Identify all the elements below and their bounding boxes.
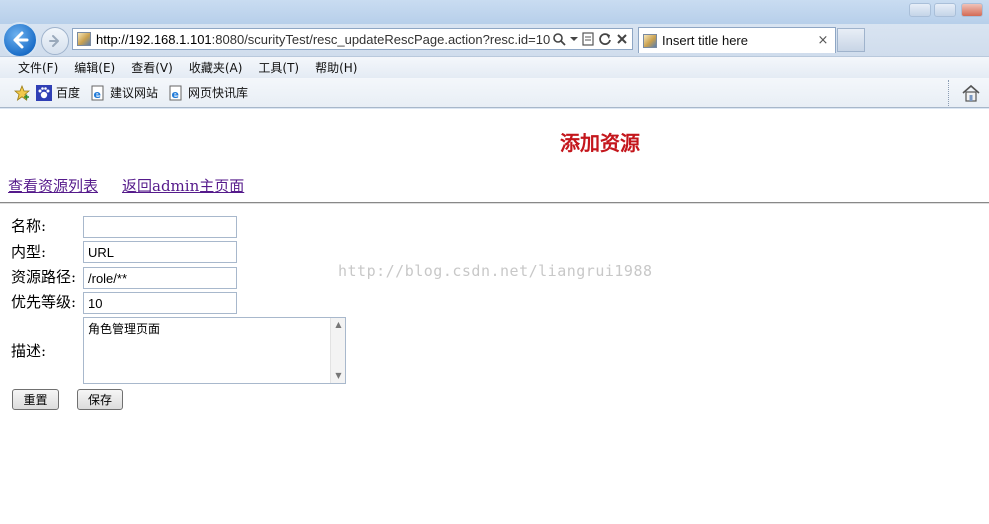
favorite-web-slice[interactable]: e 网页快讯库	[168, 84, 248, 101]
favorite-suggested-sites[interactable]: e 建议网站	[90, 84, 158, 101]
refresh-icon[interactable]	[598, 32, 612, 46]
priority-label: 优先等级:	[11, 293, 77, 311]
page-content: 添加资源 查看资源列表 返回admin主页面 名称: 内型: 资源路径: 优先等级…	[0, 109, 989, 524]
priority-input[interactable]	[83, 292, 237, 314]
favorites-bar: 百度 e 建议网站 e 网页快讯库	[0, 78, 989, 108]
minimize-button[interactable]	[909, 3, 931, 17]
menu-help[interactable]: 帮助(H)	[315, 59, 357, 76]
favorite-baidu[interactable]: 百度	[36, 84, 80, 101]
tab-page-icon	[643, 33, 657, 48]
svg-text:e: e	[172, 88, 179, 101]
star-icon[interactable]	[14, 84, 30, 101]
favorite-web-slice-label: 网页快讯库	[188, 86, 249, 100]
description-textarea[interactable]: 角色管理页面	[83, 317, 346, 384]
menu-favorites[interactable]: 收藏夹(A)	[189, 59, 243, 76]
browser-chrome: http://192.168.1.101:8080/scurityTest/re…	[0, 0, 989, 109]
new-tab-button[interactable]	[837, 28, 865, 52]
textarea-scrollbar[interactable]: ▲ ▼	[330, 318, 345, 383]
chevron-down-icon[interactable]	[570, 35, 578, 43]
svg-text:e: e	[94, 88, 101, 101]
baidu-paw-icon	[36, 84, 52, 101]
scroll-up-icon[interactable]: ▲	[331, 318, 346, 332]
back-admin-home-link[interactable]: 返回admin主页面	[122, 177, 244, 195]
resource-path-label: 资源路径:	[11, 268, 77, 286]
type-input[interactable]	[83, 241, 237, 263]
maximize-button[interactable]	[934, 3, 956, 17]
reset-button[interactable]: 重置	[12, 389, 59, 410]
nav-links: 查看资源列表 返回admin主页面	[8, 175, 268, 196]
description-label: 描述:	[11, 342, 47, 360]
address-bar[interactable]: http://192.168.1.101:8080/scurityTest/re…	[72, 28, 633, 50]
resource-path-input[interactable]	[83, 267, 237, 289]
url-host: http://192.168.1.101	[96, 31, 212, 47]
favorite-baidu-label: 百度	[56, 86, 81, 100]
toolbar-grip	[948, 80, 951, 106]
name-input[interactable]	[83, 216, 237, 238]
compatibility-icon[interactable]	[582, 32, 594, 46]
window-titlebar	[0, 0, 989, 24]
scroll-down-icon[interactable]: ▼	[331, 369, 346, 383]
menu-tools[interactable]: 工具(T)	[258, 59, 299, 76]
page-title: 添加资源	[560, 131, 640, 155]
page-icon	[77, 32, 91, 46]
url-path: :8080/scurityTest/resc_updateRescPage.ac…	[211, 31, 551, 47]
watermark: http://blog.csdn.net/liangrui1988	[338, 262, 653, 280]
save-button[interactable]: 保存	[77, 389, 123, 410]
search-icon[interactable]	[552, 32, 566, 46]
close-window-button[interactable]	[961, 3, 983, 17]
menu-bar: 文件(F) 编辑(E) 查看(V) 收藏夹(A) 工具(T) 帮助(H)	[0, 56, 989, 78]
ie-page-icon: e	[91, 85, 104, 101]
forward-button[interactable]	[41, 27, 69, 55]
tab-close-icon[interactable]: ×	[815, 33, 831, 48]
menu-view[interactable]: 查看(V)	[131, 59, 173, 76]
back-button[interactable]	[2, 22, 38, 58]
view-resource-list-link[interactable]: 查看资源列表	[8, 177, 98, 195]
stop-icon[interactable]	[616, 33, 628, 45]
home-icon[interactable]	[961, 84, 981, 102]
favorite-suggested-sites-label: 建议网站	[110, 86, 159, 100]
menu-file[interactable]: 文件(F)	[18, 59, 58, 76]
browser-tab[interactable]: Insert title here ×	[638, 27, 836, 53]
menu-edit[interactable]: 编辑(E)	[74, 59, 115, 76]
arrow-left-icon	[13, 31, 29, 49]
address-url[interactable]: http://192.168.1.101:8080/scurityTest/re…	[96, 32, 552, 47]
type-label: 内型:	[11, 243, 47, 261]
name-label: 名称:	[11, 217, 47, 235]
divider	[0, 202, 989, 204]
tab-title: Insert title here	[662, 33, 748, 48]
ie-page-icon: e	[169, 85, 182, 101]
address-tools	[552, 32, 632, 46]
arrow-right-icon	[49, 35, 59, 47]
